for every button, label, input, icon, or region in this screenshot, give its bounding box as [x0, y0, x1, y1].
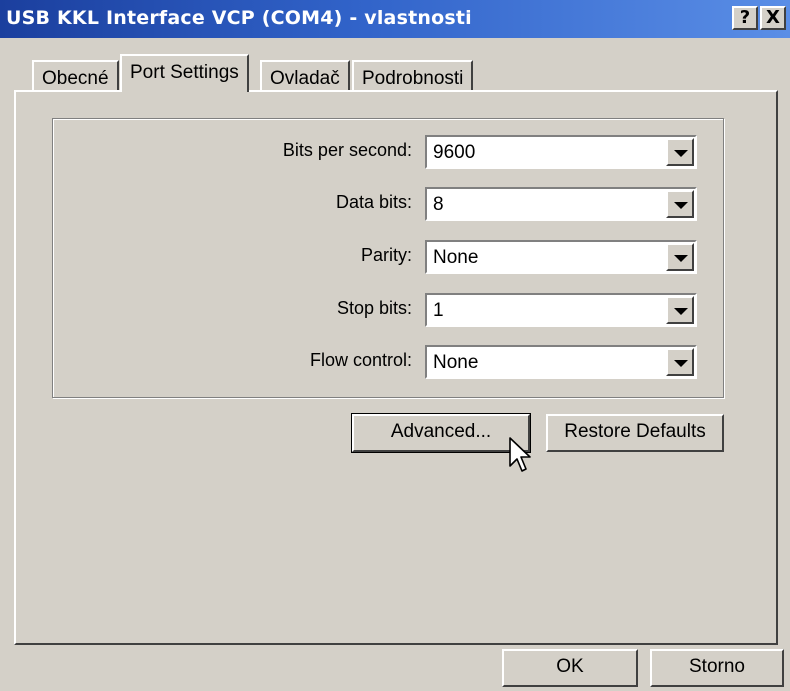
dropdown-arrow-icon[interactable]: [666, 243, 694, 271]
mouse-pointer-icon: [509, 437, 531, 472]
advanced-button[interactable]: Advanced...: [351, 413, 531, 453]
flow-control-select[interactable]: None: [425, 345, 697, 379]
cancel-button[interactable]: Storno: [650, 649, 784, 687]
dropdown-arrow-icon[interactable]: [666, 190, 694, 218]
flow-control-value: None: [433, 352, 479, 373]
close-button[interactable]: X: [760, 6, 786, 30]
stop-bits-value: 1: [433, 300, 444, 321]
stop-bits-select[interactable]: 1: [425, 293, 697, 327]
dropdown-arrow-icon[interactable]: [666, 138, 694, 166]
parity-select[interactable]: None: [425, 240, 697, 274]
dropdown-arrow-icon[interactable]: [666, 348, 694, 376]
data-bits-select[interactable]: 8: [425, 187, 697, 221]
data-bits-label: Data bits:: [335, 192, 412, 212]
parity-label: Parity:: [360, 245, 412, 265]
stop-bits-label: Stop bits:: [336, 298, 412, 318]
restore-defaults-button[interactable]: Restore Defaults: [546, 414, 724, 452]
tab-driver[interactable]: Ovladač: [260, 60, 350, 90]
title-bar[interactable]: USB KKL Interface VCP (COM4) - vlastnost…: [0, 0, 790, 38]
parity-value: None: [433, 247, 479, 268]
tab-general[interactable]: Obecné: [32, 60, 119, 90]
bits-per-second-select[interactable]: 9600: [425, 135, 697, 169]
data-bits-value: 8: [433, 194, 444, 215]
flow-control-label: Flow control:: [309, 350, 412, 370]
tab-port-settings[interactable]: Port Settings: [120, 54, 249, 92]
help-button[interactable]: ?: [732, 6, 758, 30]
dropdown-arrow-icon[interactable]: [666, 296, 694, 324]
tab-details[interactable]: Podrobnosti: [352, 60, 474, 90]
window-title: USB KKL Interface VCP (COM4) - vlastnost…: [6, 7, 472, 29]
bits-per-second-value: 9600: [433, 142, 476, 163]
ok-button[interactable]: OK: [502, 649, 638, 687]
bits-per-second-label: Bits per second:: [282, 140, 412, 160]
